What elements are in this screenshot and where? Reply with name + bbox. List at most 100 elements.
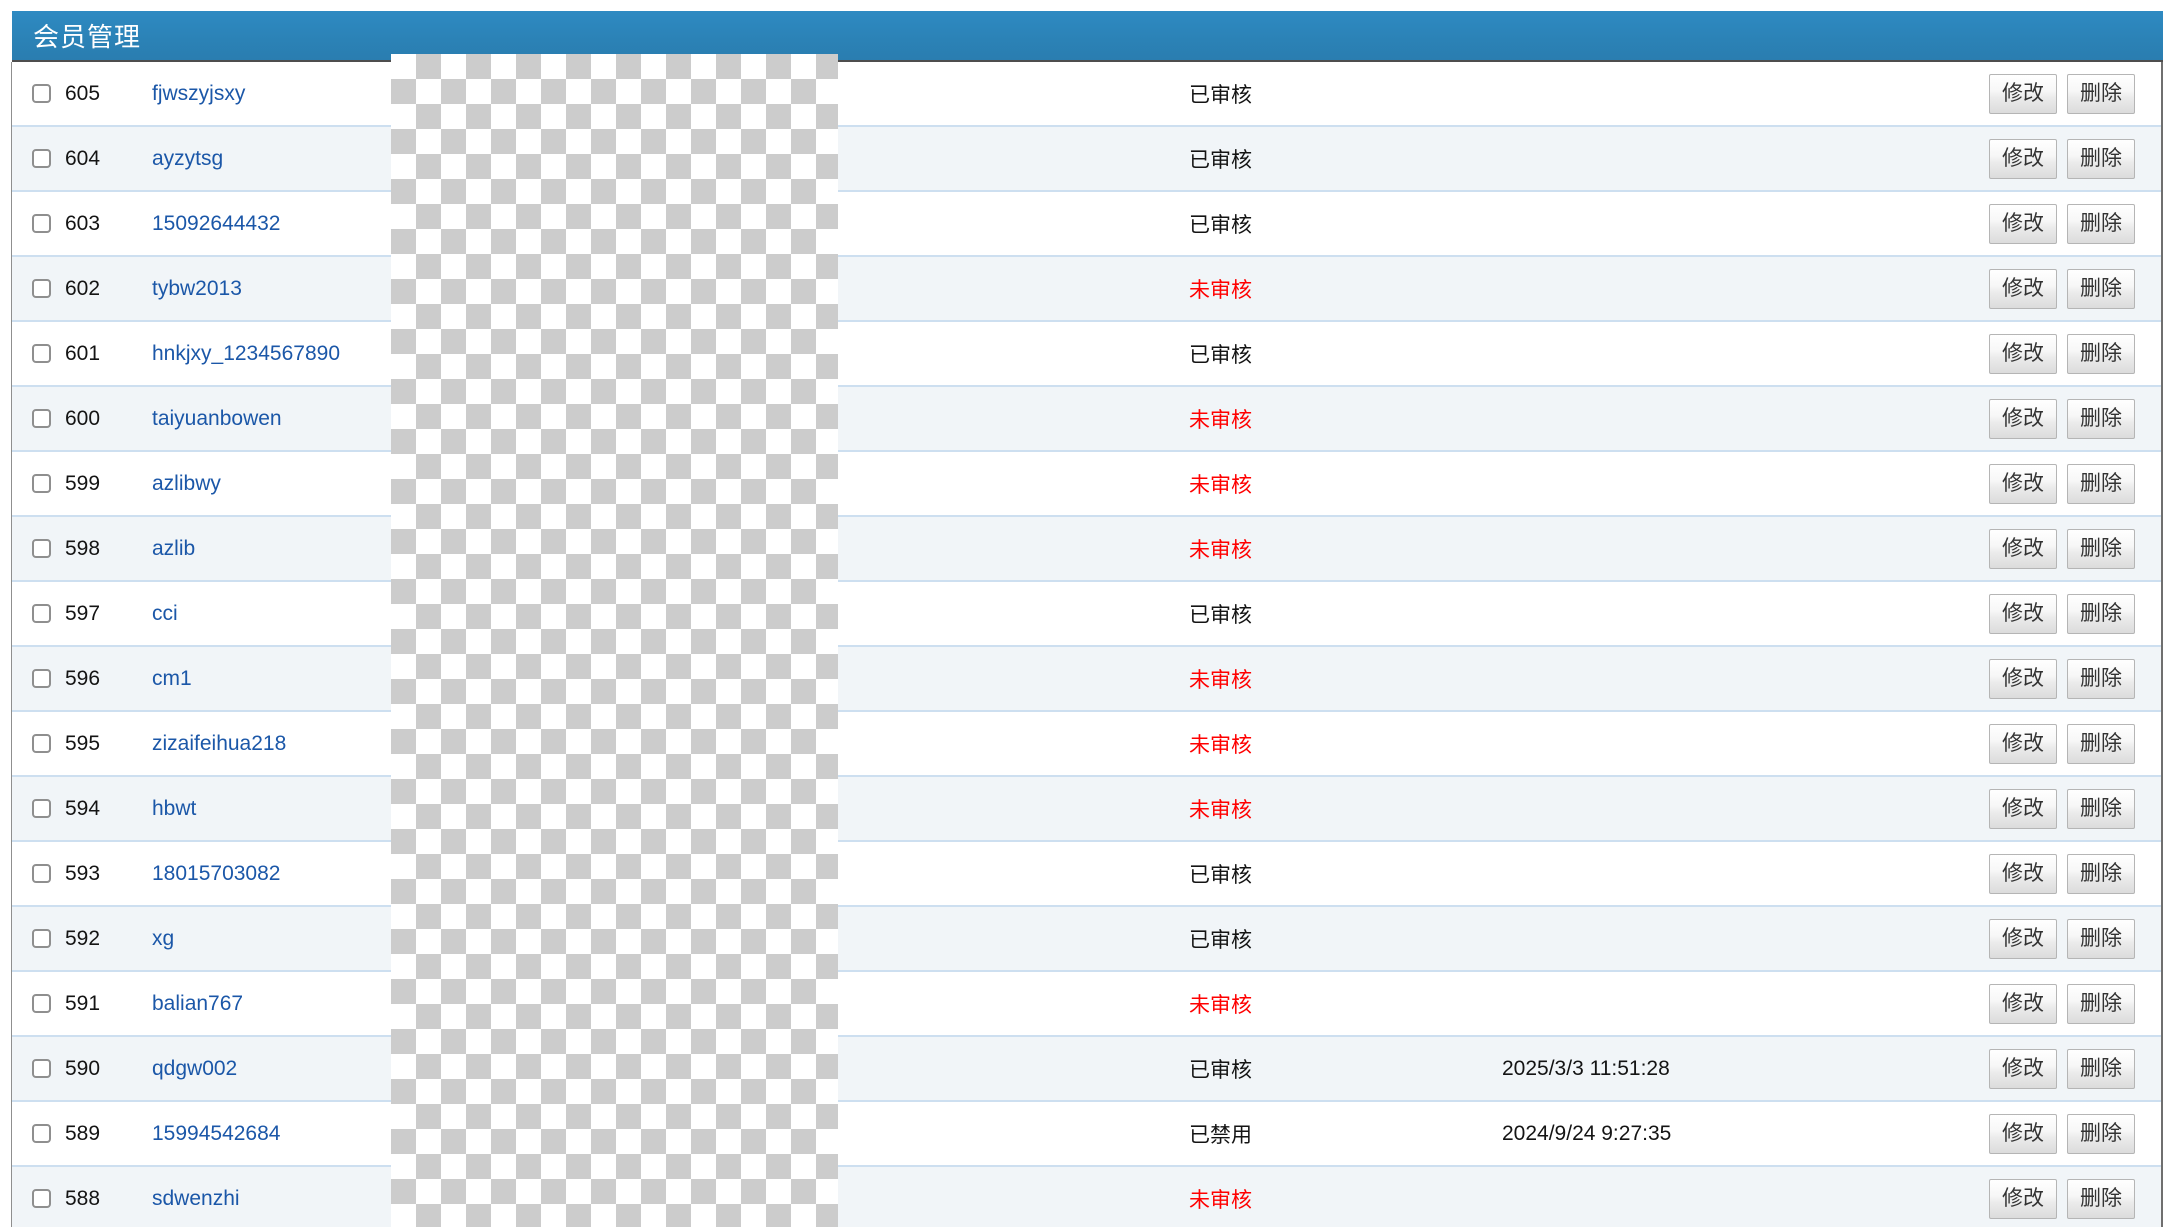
table-row: 600 taiyuanbowen 未审核 修改 删除 [12,387,2161,452]
member-id: 601 [65,341,101,365]
username-link[interactable]: hbwt [152,797,196,820]
delete-button[interactable]: 删除 [2067,268,2135,309]
checkbox-cell [12,669,65,688]
delete-button[interactable]: 删除 [2067,983,2135,1024]
member-id: 597 [65,601,101,625]
row-checkbox[interactable] [32,344,51,363]
modify-button[interactable]: 修改 [1989,853,2057,894]
checkbox-cell [12,279,65,298]
member-id: 588 [65,1186,101,1210]
register-time: 2025/3/3 11:51:28 [1502,1056,1670,1080]
modify-button[interactable]: 修改 [1989,788,2057,829]
row-checkbox[interactable] [32,799,51,818]
modify-button[interactable]: 修改 [1989,593,2057,634]
modify-button[interactable]: 修改 [1989,658,2057,699]
delete-button[interactable]: 删除 [2067,788,2135,829]
row-checkbox[interactable] [32,1059,51,1078]
modify-button[interactable]: 修改 [1989,723,2057,764]
row-checkbox[interactable] [32,409,51,428]
username-link[interactable]: taiyuanbowen [152,407,282,430]
modify-button[interactable]: 修改 [1989,528,2057,569]
row-checkbox[interactable] [32,864,51,883]
table-row: 593 18015703082 已审核 修改 删除 [12,842,2161,907]
status-text: 已禁用 [1189,1123,1252,1147]
username-link[interactable]: fjwszyjsxy [152,82,245,105]
member-id: 590 [65,1056,101,1080]
delete-button[interactable]: 删除 [2067,658,2135,699]
username-link[interactable]: tybw2013 [152,277,242,300]
row-checkbox[interactable] [32,1189,51,1208]
username-link[interactable]: 15092644432 [152,212,280,235]
table-row: 601 hnkjxy_1234567890 已审核 修改 删除 [12,322,2161,387]
status-text: 已审核 [1189,863,1252,887]
delete-button[interactable]: 删除 [2067,1113,2135,1154]
delete-button[interactable]: 删除 [2067,333,2135,374]
row-checkbox[interactable] [32,279,51,298]
member-management-page: 会员管理 605 fjwszyjsxy 已审核 修改 删除 604 ayzyts… [0,0,2172,1227]
modify-button[interactable]: 修改 [1989,138,2057,179]
row-checkbox[interactable] [32,84,51,103]
username-link[interactable]: qdgw002 [152,1057,237,1080]
delete-button[interactable]: 删除 [2067,723,2135,764]
table-row: 595 zizaifeihua218 未审核 修改 删除 [12,712,2161,777]
modify-button[interactable]: 修改 [1989,983,2057,1024]
row-checkbox[interactable] [32,539,51,558]
table-row: 590 qdgw002 已审核 2025/3/3 11:51:28 修改 删除 [12,1037,2161,1102]
username-link[interactable]: ayzytsg [152,147,223,170]
row-checkbox[interactable] [32,734,51,753]
username-link[interactable]: azlib [152,537,195,560]
username-link[interactable]: hnkjxy_1234567890 [152,342,340,365]
username-link[interactable]: cm1 [152,667,192,690]
delete-button[interactable]: 删除 [2067,463,2135,504]
username-link[interactable]: 18015703082 [152,862,280,885]
modify-button[interactable]: 修改 [1989,1113,2057,1154]
username-link[interactable]: cci [152,602,178,625]
username-link[interactable]: balian767 [152,992,243,1015]
row-checkbox[interactable] [32,149,51,168]
status-text: 未审核 [1189,733,1252,757]
delete-button[interactable]: 删除 [2067,398,2135,439]
modify-button[interactable]: 修改 [1989,463,2057,504]
actions-cell: 修改 删除 [1975,203,2161,244]
delete-button[interactable]: 删除 [2067,73,2135,114]
delete-button[interactable]: 删除 [2067,138,2135,179]
table-row: 605 fjwszyjsxy 已审核 修改 删除 [12,62,2161,127]
username-link[interactable]: zizaifeihua218 [152,732,286,755]
checkbox-cell [12,539,65,558]
row-checkbox[interactable] [32,929,51,948]
row-checkbox[interactable] [32,1124,51,1143]
checkbox-cell [12,409,65,428]
delete-button[interactable]: 删除 [2067,528,2135,569]
modify-button[interactable]: 修改 [1989,918,2057,959]
delete-button[interactable]: 删除 [2067,853,2135,894]
member-table: 605 fjwszyjsxy 已审核 修改 删除 604 ayzytsg 已审核… [11,62,2163,1227]
member-id: 603 [65,211,101,235]
delete-button[interactable]: 删除 [2067,1048,2135,1089]
modify-button[interactable]: 修改 [1989,333,2057,374]
actions-cell: 修改 删除 [1975,723,2161,764]
username-link[interactable]: sdwenzhi [152,1187,240,1210]
row-checkbox[interactable] [32,994,51,1013]
status-text: 未审核 [1189,278,1252,302]
actions-cell: 修改 删除 [1975,138,2161,179]
row-checkbox[interactable] [32,214,51,233]
delete-button[interactable]: 删除 [2067,918,2135,959]
row-checkbox[interactable] [32,604,51,623]
username-link[interactable]: xg [152,927,174,950]
username-link[interactable]: 15994542684 [152,1122,280,1145]
status-text: 已审核 [1189,343,1252,367]
modify-button[interactable]: 修改 [1989,1048,2057,1089]
modify-button[interactable]: 修改 [1989,1178,2057,1219]
delete-button[interactable]: 删除 [2067,593,2135,634]
delete-button[interactable]: 删除 [2067,1178,2135,1219]
row-checkbox[interactable] [32,669,51,688]
modify-button[interactable]: 修改 [1989,203,2057,244]
modify-button[interactable]: 修改 [1989,398,2057,439]
member-id: 596 [65,666,101,690]
username-link[interactable]: azlibwy [152,472,221,495]
modify-button[interactable]: 修改 [1989,73,2057,114]
modify-button[interactable]: 修改 [1989,268,2057,309]
row-checkbox[interactable] [32,474,51,493]
checkbox-cell [12,84,65,103]
delete-button[interactable]: 删除 [2067,203,2135,244]
